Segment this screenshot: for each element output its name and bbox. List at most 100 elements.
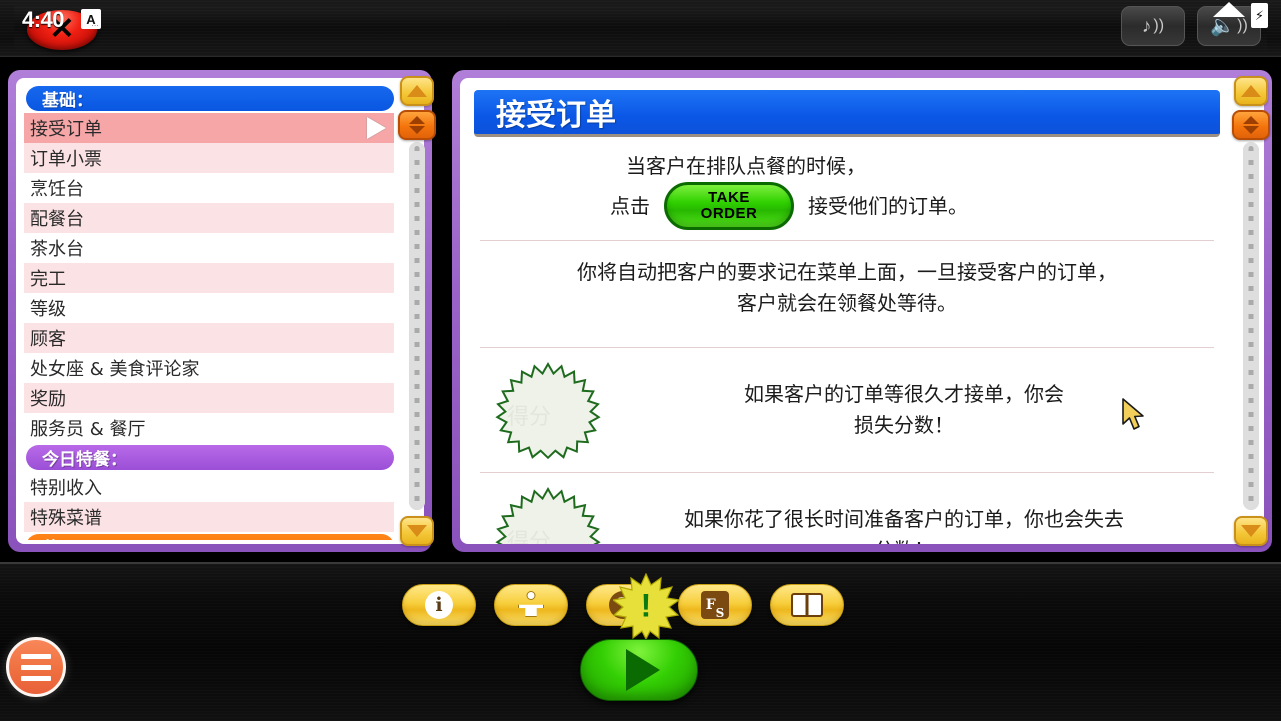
section-penalty-prep: 得分 如果你花了很长时间准备客户的订单，你也会失去 分数！ — [474, 473, 1220, 544]
topics-panel: 基础： 接受订单 订单小票烹饪台配餐台茶水台完工等级顾客处女座 & 美食评论家 奖励服… — [8, 70, 436, 552]
topic-list-item[interactable]: 烹饪台 — [24, 173, 394, 203]
content-panel-inner: 接受订单 当客户在排队点餐的时候， 点击 TAKE ORDER 接受他们的订单。 — [460, 78, 1264, 544]
fs-letter-s: S — [715, 606, 725, 620]
topic-list-item[interactable]: 服务员 & 餐厅 — [24, 413, 394, 443]
person-icon — [518, 591, 544, 619]
penalty-wait-line-1: 如果客户的订单等很久才接单，你会 — [744, 382, 1064, 406]
topic-list-item-label: 特殊菜谱 — [30, 508, 102, 529]
info-button[interactable]: i — [402, 584, 476, 626]
topic-list-item[interactable]: 顾客 — [24, 323, 394, 353]
scroll-down-button-right[interactable] — [1234, 516, 1268, 546]
battery-bolt-glyph: ⚡ — [1254, 8, 1265, 23]
score-badge-prep: 得分 — [488, 485, 608, 544]
topic-list-item-label: 处女座 & 美食评论家 — [30, 359, 200, 380]
status-bar-inner — [14, 6, 1267, 50]
scroll-track-dots — [414, 146, 420, 506]
info-icon: i — [425, 591, 453, 619]
topic-list-item[interactable]: 配餐台 — [24, 203, 394, 233]
content-scrollbar[interactable] — [1232, 76, 1270, 546]
speaker-icon: 🔈 — [1210, 15, 1236, 37]
scroll-up-button-right[interactable] — [1234, 76, 1268, 106]
music-note-icon: ♪ — [1141, 15, 1152, 37]
topic-list-item-label: 特别收入 — [30, 478, 102, 499]
manual-button[interactable] — [770, 584, 844, 626]
scroll-thumb-left[interactable] — [398, 110, 436, 140]
fullscreen-button[interactable]: FS — [678, 584, 752, 626]
wifi-icon — [1213, 2, 1245, 17]
penalty-wait-text: 如果客户的订单等很久才接单，你会 损失分数！ — [608, 379, 1220, 441]
status-bar-tray: ♪ )) 🔈 )) ⚡ — [1121, 2, 1268, 46]
play-triangle-icon — [626, 649, 660, 691]
play-button[interactable] — [580, 639, 698, 701]
hamburger-icon-bar — [21, 675, 51, 681]
volume-waves-icon: )) — [1237, 17, 1248, 34]
topic-list-item[interactable]: 接受订单 — [24, 113, 394, 143]
fs-letter-f: F — [705, 597, 716, 613]
topic-list-item-label: 配餐台 — [30, 209, 84, 230]
alert-badge[interactable]: ! — [611, 572, 681, 641]
topic-list-item[interactable]: 完工 — [24, 263, 394, 293]
fs-icon: FS — [701, 591, 729, 619]
penalty-wait-line-2: 损失分数！ — [854, 413, 954, 437]
penalty-prep-line-1: 如果你花了很长时间准备客户的订单，你也会失去 — [684, 507, 1124, 531]
game-tutorial-screen: 4:40 A ... ♪ )) 🔈 )) ⚡ 基础：接受订 — [0, 0, 1281, 721]
topic-category-header[interactable]: 节日： — [26, 534, 394, 540]
section-intro: 当客户在排队点餐的时候， 点击 TAKE ORDER 接受他们的订单。 — [474, 137, 1220, 240]
auto-note-line-1: 你将自动把客户的要求记在菜单上面，一旦接受客户的订单， — [577, 260, 1117, 284]
auto-note-line-2: 客户就会在领餐处等待。 — [737, 291, 957, 315]
topic-list-item[interactable]: 奖励 — [24, 383, 394, 413]
score-badge-label: 得分 — [506, 530, 551, 544]
thumb-down-arrow-icon — [409, 126, 425, 134]
book-icon — [791, 593, 823, 617]
scroll-down-button-left[interactable] — [400, 516, 434, 546]
hamburger-icon-bar — [21, 653, 51, 659]
topic-list-item[interactable]: 特别收入 — [24, 472, 394, 502]
alert-exclamation-label: ! — [640, 587, 652, 624]
audio-indicator[interactable]: ♪ )) — [1121, 6, 1185, 46]
scroll-thumb-right[interactable] — [1232, 110, 1270, 140]
triangle-up-icon — [407, 85, 427, 97]
topic-category-header[interactable]: 今日特餐： — [26, 445, 394, 470]
topic-list-item[interactable]: 订单小票 — [24, 143, 394, 173]
scroll-track-left[interactable] — [409, 142, 425, 510]
take-order-label-top: TAKE — [708, 189, 750, 207]
triangle-down-icon — [1241, 525, 1261, 537]
selected-topic-arrow-icon — [367, 117, 386, 139]
section-auto-note: 你将自动把客户的要求记在菜单上面，一旦接受客户的订单， 客户就会在领餐处等待。 — [474, 241, 1220, 347]
section-penalty-wait: 得分 如果客户的订单等很久才接单，你会 损失分数！ — [474, 348, 1220, 472]
hamburger-icon-bar — [21, 664, 51, 670]
content-panel: 接受订单 当客户在排队点餐的时候， 点击 TAKE ORDER 接受他们的订单。 — [452, 70, 1272, 552]
topic-list-item[interactable]: 等级 — [24, 293, 394, 323]
input-method-dots: ... — [91, 21, 99, 28]
input-method-badge[interactable]: A ... — [81, 9, 101, 29]
topic-list-item-label: 完工 — [30, 269, 66, 290]
scroll-up-button-left[interactable] — [400, 76, 434, 106]
character-button[interactable]: ! — [494, 572, 681, 641]
document-body: 接受订单 当客户在排队点餐的时候， 点击 TAKE ORDER 接受他们的订单。 — [460, 78, 1234, 544]
thumb-down-arrow-icon — [1243, 126, 1259, 134]
take-order-button[interactable]: TAKE ORDER — [664, 182, 794, 230]
menu-button[interactable] — [6, 637, 66, 697]
topic-list[interactable]: 基础： 接受订单 订单小票烹饪台配餐台茶水台完工等级顾客处女座 & 美食评论家 奖励服… — [24, 84, 394, 540]
topic-category-header[interactable]: 基础： — [26, 86, 394, 111]
score-badge-label: 得分 — [506, 405, 551, 430]
page-title: 接受订单 — [474, 90, 1220, 137]
stage: 基础： 接受订单 订单小票 烹饪台 配餐台 茶水台 完工 等级 顾客 处女座 & 美食评论家 奖励服… — [0, 57, 1281, 562]
topics-panel-inner: 基础： 接受订单 订单小票烹饪台配餐台茶水台完工等级顾客处女座 & 美食评论家 奖励服… — [16, 78, 424, 544]
penalty-prep-text: 如果你花了很长时间准备客户的订单，你也会失去 分数！ — [608, 504, 1220, 544]
topic-list-item[interactable]: 特殊菜谱 — [24, 502, 394, 532]
topics-scrollbar[interactable] — [398, 76, 436, 546]
topic-list-item-label: 奖励 — [30, 389, 66, 410]
sound-waves-icon: )) — [1153, 17, 1165, 34]
thumb-up-arrow-icon — [1243, 116, 1259, 124]
topic-list-item-label: 服务员 & 餐厅 — [30, 419, 146, 440]
scroll-track-right[interactable] — [1243, 142, 1259, 510]
thumb-up-arrow-icon — [409, 116, 425, 124]
topic-list-item-label: 等级 — [30, 299, 66, 320]
intro-suffix: 接受他们的订单。 — [808, 193, 968, 218]
volume-indicator[interactable]: 🔈 )) ⚡ — [1197, 2, 1268, 46]
topic-list-item-label: 烹饪台 — [30, 179, 84, 200]
topic-list-item[interactable]: 茶水台 — [24, 233, 394, 263]
topic-list-item-label: 茶水台 — [30, 239, 84, 260]
topic-list-item[interactable]: 处女座 & 美食评论家 — [24, 353, 394, 383]
